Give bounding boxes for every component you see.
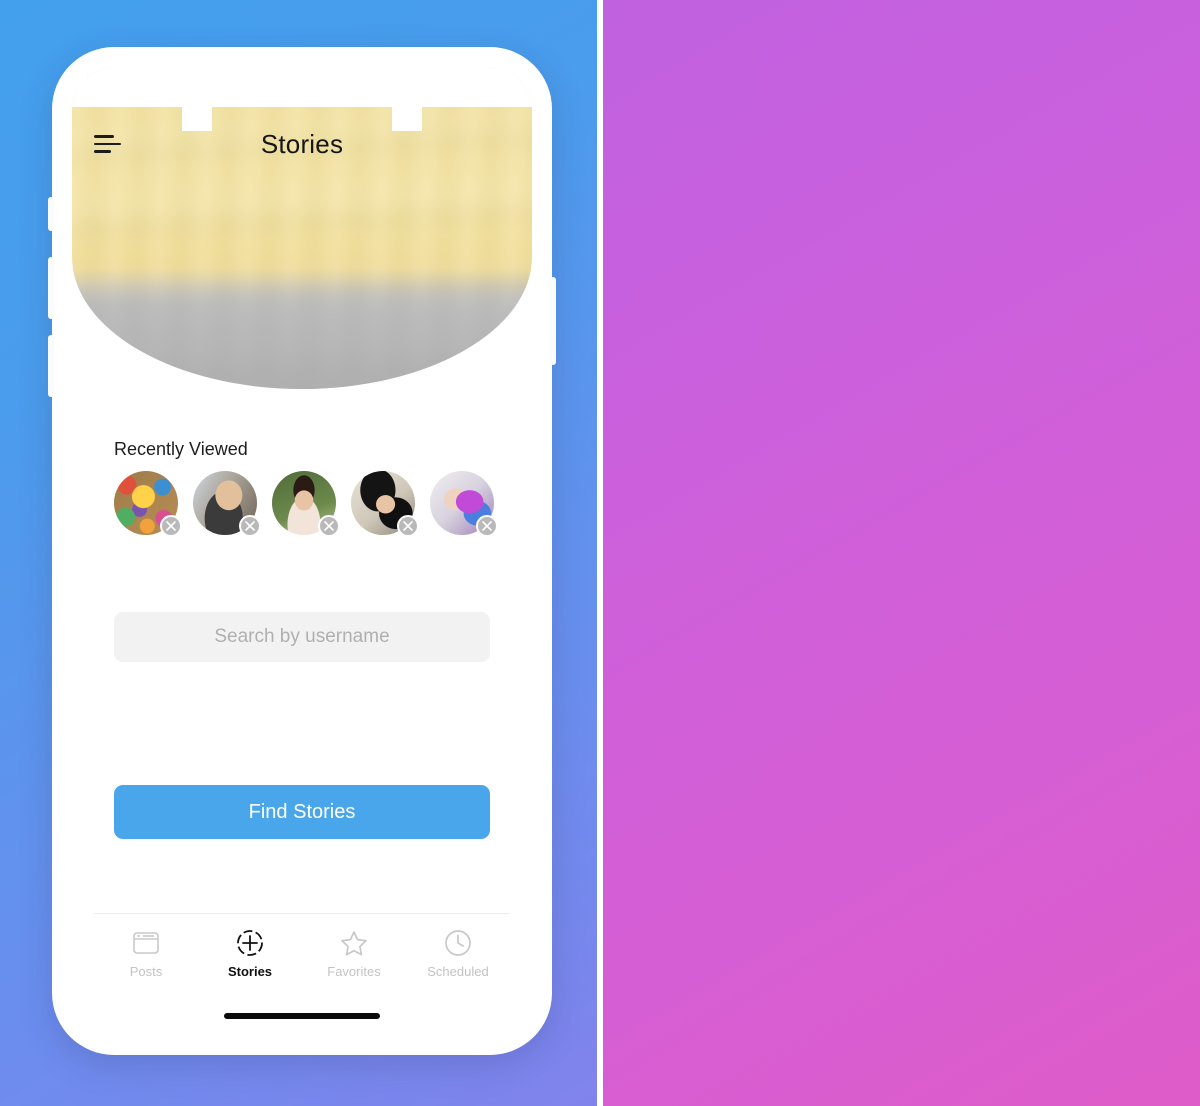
left-showcase-panel: Stories Recently Viewed Search by userna… [0, 0, 597, 1106]
star-icon [340, 928, 368, 958]
find-stories-button[interactable]: Find Stories [114, 785, 490, 839]
tab-label: Scheduled [427, 964, 489, 979]
power-button[interactable] [550, 277, 556, 365]
plus-circle-dashed-icon [236, 928, 264, 958]
avatar-woman-outdoors[interactable] [272, 471, 340, 537]
avatar-woman-glasses[interactable] [351, 471, 419, 537]
screenshot-stage: Stories Recently Viewed Search by userna… [0, 0, 1200, 1106]
home-indicator-left[interactable] [224, 1013, 380, 1019]
tab-scheduled[interactable]: Scheduled [406, 928, 510, 979]
tab-label: Posts [129, 964, 163, 979]
bottom-tabbar: Posts Stories Favorites Scheduled [94, 913, 510, 993]
search-input[interactable]: Search by username [114, 612, 490, 662]
close-circle-icon[interactable] [239, 515, 261, 537]
banner-gradient-overlay [72, 269, 532, 389]
tab-label: Stories [227, 964, 273, 979]
clock-icon [444, 928, 472, 958]
tab-posts[interactable]: Posts [94, 928, 198, 979]
recently-viewed-label: Recently Viewed [114, 439, 248, 459]
stories-screen: Stories Recently Viewed Search by userna… [72, 67, 532, 1035]
phone-notch-left [183, 67, 421, 101]
close-circle-icon[interactable] [160, 515, 182, 537]
tab-label: Favorites [327, 964, 381, 979]
avatar-sticker-collage[interactable] [114, 471, 182, 537]
recently-viewed-list [114, 471, 502, 537]
volume-down-button[interactable] [48, 335, 54, 397]
silent-switch[interactable] [48, 197, 54, 231]
right-showcase-panel: Preview [603, 0, 1200, 1106]
close-circle-icon[interactable] [397, 515, 419, 537]
avatar-purple-art[interactable] [430, 471, 498, 537]
close-circle-icon[interactable] [476, 515, 498, 537]
phone-mockup-left: Stories Recently Viewed Search by userna… [48, 47, 556, 1055]
posts-card-icon [133, 928, 159, 958]
tab-stories[interactable]: Stories [198, 928, 302, 979]
volume-up-button[interactable] [48, 257, 54, 319]
hamburger-menu-icon[interactable] [94, 134, 122, 154]
tab-favorites[interactable]: Favorites [302, 928, 406, 979]
page-title: Stories [260, 128, 344, 159]
stories-navbar: Stories [72, 115, 532, 173]
close-circle-icon[interactable] [318, 515, 340, 537]
avatar-bald-man[interactable] [193, 471, 261, 537]
